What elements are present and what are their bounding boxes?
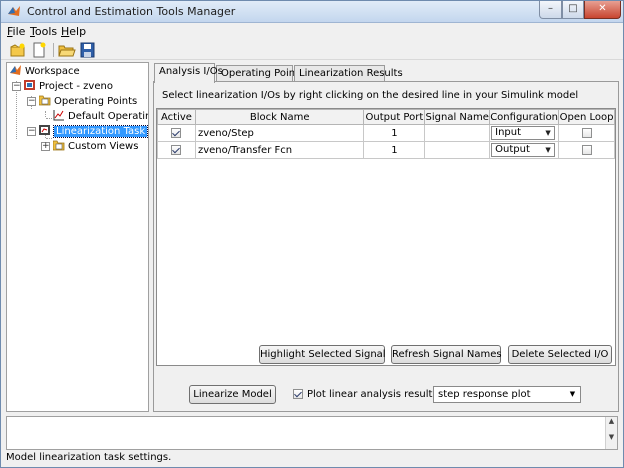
plot-result-label: Plot linear analysis result in a <box>307 389 455 400</box>
block-name-cell[interactable]: zveno/Transfer Fcn <box>194 141 365 159</box>
menu-bar: File Tools Help <box>1 24 623 40</box>
plot-type-value: step response plot <box>438 389 531 400</box>
configuration-cell[interactable]: Input ▼ <box>489 124 560 142</box>
tab-operating-points[interactable]: Operating Points <box>216 65 304 82</box>
menu-file[interactable]: File <box>7 25 25 38</box>
column-header-open-loop[interactable]: Open Loop <box>558 109 615 125</box>
tree-item-project[interactable]: Project - zveno <box>24 79 113 94</box>
matlab-logo-icon <box>8 6 20 16</box>
maximize-button[interactable]: □ <box>562 1 584 19</box>
project-tree[interactable]: Workspace − Project - zveno − Operating … <box>6 62 149 412</box>
dropdown-arrow-icon: ▼ <box>545 129 551 137</box>
tab-linearization-results[interactable]: Linearization Results <box>294 65 403 82</box>
open-loop-checkbox[interactable] <box>581 127 592 138</box>
open-loop-cell[interactable] <box>558 141 615 159</box>
io-table-container[interactable]: Active Block Name Output Port Signal Nam… <box>156 108 616 366</box>
column-header-block-name[interactable]: Block Name <box>194 109 365 125</box>
dropdown-arrow-icon: ▼ <box>545 146 551 154</box>
instructions-text: Select linearization I/Os by right click… <box>162 90 579 101</box>
new-project-icon[interactable] <box>9 42 27 58</box>
open-loop-checkbox[interactable] <box>581 144 592 155</box>
tree-label-custom-views: Custom Views <box>68 141 139 152</box>
scroll-up-icon[interactable]: ▲ <box>606 417 617 425</box>
dropdown-arrow-icon: ▼ <box>569 390 576 398</box>
configuration-dropdown[interactable]: Input ▼ <box>491 126 556 140</box>
configuration-dropdown[interactable]: Output ▼ <box>491 143 556 157</box>
plot-type-dropdown[interactable]: step response plot ▼ <box>433 386 581 403</box>
toolbar-separator <box>53 43 54 57</box>
tree-item-linearization-task[interactable]: Linearization Task <box>39 124 148 139</box>
message-log[interactable]: ▲ ▼ <box>6 416 618 450</box>
configuration-value: Output <box>495 144 530 155</box>
active-cell[interactable] <box>157 141 196 159</box>
tree-label-operating-points: Operating Points <box>54 96 138 107</box>
refresh-signal-names-button[interactable]: Refresh Signal Names <box>391 345 502 364</box>
active-cell[interactable] <box>157 124 196 142</box>
output-port-cell[interactable]: 1 <box>363 141 426 159</box>
linearize-action-row: Linearize Model Plot linear analysis res… <box>153 384 619 408</box>
toolbar <box>1 40 623 60</box>
tab-analysis-ios[interactable]: Analysis I/Os <box>154 63 223 83</box>
column-header-active[interactable]: Active <box>157 109 196 125</box>
highlight-selected-signal-button[interactable]: Highlight Selected Signal <box>259 345 386 364</box>
matlab-logo-icon <box>10 65 21 75</box>
folder-icon <box>39 95 51 106</box>
scroll-down-icon[interactable]: ▼ <box>606 433 617 441</box>
tree-label-project: Project - zveno <box>39 81 113 92</box>
open-loop-cell[interactable] <box>558 124 615 142</box>
configuration-cell[interactable]: Output ▼ <box>489 141 560 159</box>
collapse-toggle-operating-points[interactable]: − <box>27 97 36 106</box>
tree-item-workspace[interactable]: Workspace <box>10 64 80 79</box>
task-panel: Analysis I/Os Operating Points Lineariza… <box>153 62 619 412</box>
close-button[interactable]: ✕ <box>584 1 621 19</box>
table-row[interactable]: zveno/Step 1 Input ▼ <box>157 124 615 142</box>
active-checkbox[interactable] <box>171 127 182 138</box>
status-bar: Model linearization task settings. <box>1 451 623 467</box>
column-header-output-port[interactable]: Output Port <box>363 109 426 125</box>
tree-label-workspace: Workspace <box>25 66 80 77</box>
configuration-value: Input <box>495 127 522 138</box>
signal-name-cell[interactable] <box>424 141 491 159</box>
expand-toggle-custom-views[interactable]: + <box>41 142 50 151</box>
title-bar[interactable]: Control and Estimation Tools Manager – □… <box>1 1 623 23</box>
open-folder-icon[interactable] <box>58 42 76 58</box>
plot-result-checkbox[interactable] <box>293 389 303 399</box>
table-header-row: Active Block Name Output Port Signal Nam… <box>157 109 615 125</box>
minimize-button[interactable]: – <box>539 1 562 19</box>
tree-item-custom-views[interactable]: Custom Views <box>53 139 138 154</box>
collapse-toggle-linearization-task[interactable]: − <box>27 127 36 136</box>
tree-label-default-operating-point: Default Operating P <box>68 111 148 122</box>
new-task-icon[interactable] <box>30 42 48 58</box>
analysis-ios-panel: Select linearization I/Os by right click… <box>153 81 619 412</box>
block-name-cell[interactable]: zveno/Step <box>194 124 365 142</box>
tree-item-default-operating-point[interactable]: Default Operating P <box>53 109 148 124</box>
table-row[interactable]: zveno/Transfer Fcn 1 Output ▼ <box>157 141 615 159</box>
active-checkbox[interactable] <box>171 144 182 155</box>
tree-label-linearization-task: Linearization Task <box>52 125 148 138</box>
window-title: Control and Estimation Tools Manager <box>27 5 236 18</box>
project-icon <box>24 80 35 90</box>
delete-selected-io-button[interactable]: Delete Selected I/O <box>508 345 612 364</box>
collapse-toggle-project[interactable]: − <box>12 82 21 91</box>
operating-point-icon <box>53 110 64 121</box>
column-header-signal-name[interactable]: Signal Name <box>424 109 491 125</box>
output-port-cell[interactable]: 1 <box>363 124 426 142</box>
column-header-configuration[interactable]: Configuration <box>489 109 560 125</box>
linearization-task-icon <box>39 125 50 135</box>
menu-tools[interactable]: Tools <box>30 25 57 38</box>
save-disk-icon[interactable] <box>79 42 97 58</box>
main-window: Control and Estimation Tools Manager – □… <box>0 0 624 468</box>
linearize-model-button[interactable]: Linearize Model <box>189 385 276 404</box>
tree-item-operating-points[interactable]: Operating Points <box>39 94 137 109</box>
log-scrollbar[interactable]: ▲ ▼ <box>605 417 617 449</box>
menu-help[interactable]: Help <box>61 25 86 38</box>
io-table: Active Block Name Output Port Signal Nam… <box>157 109 615 159</box>
folder-icon <box>53 140 65 151</box>
signal-name-cell[interactable] <box>424 124 491 142</box>
